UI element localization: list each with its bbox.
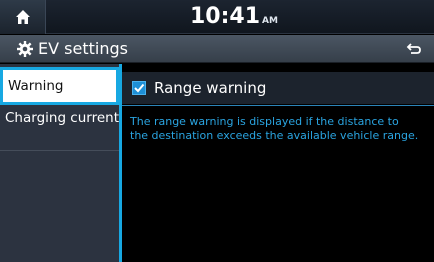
status-bar: 10:41 AM — [0, 0, 434, 34]
checkmark-icon — [134, 83, 145, 93]
clock-ampm: AM — [262, 16, 278, 26]
gear-icon — [17, 41, 33, 57]
home-icon — [15, 10, 30, 24]
clock: 10:41 AM — [190, 4, 278, 30]
clock-time: 10:41 — [190, 4, 261, 29]
range-warning-label: Range warning — [154, 79, 267, 97]
tab-warning[interactable]: Warning — [0, 67, 119, 105]
home-button[interactable] — [0, 0, 46, 34]
description-line-2: the destination exceeds the available ve… — [130, 129, 419, 142]
range-warning-checkbox[interactable] — [132, 81, 146, 95]
title-bar: EV settings — [0, 35, 434, 63]
divider — [122, 105, 434, 106]
range-warning-row[interactable]: Range warning — [122, 72, 434, 104]
sidebar: Warning Charging current — [0, 64, 122, 262]
back-arrow-icon — [406, 43, 421, 54]
description-line-1: The range warning is displayed if the di… — [130, 115, 399, 128]
settings-content: Range warning The range warning is displ… — [122, 64, 434, 262]
tab-charging-current[interactable]: Charging current — [0, 109, 119, 151]
back-button[interactable] — [394, 35, 434, 63]
page-title: EV settings — [38, 39, 128, 58]
range-warning-description: The range warning is displayed if the di… — [130, 115, 434, 143]
